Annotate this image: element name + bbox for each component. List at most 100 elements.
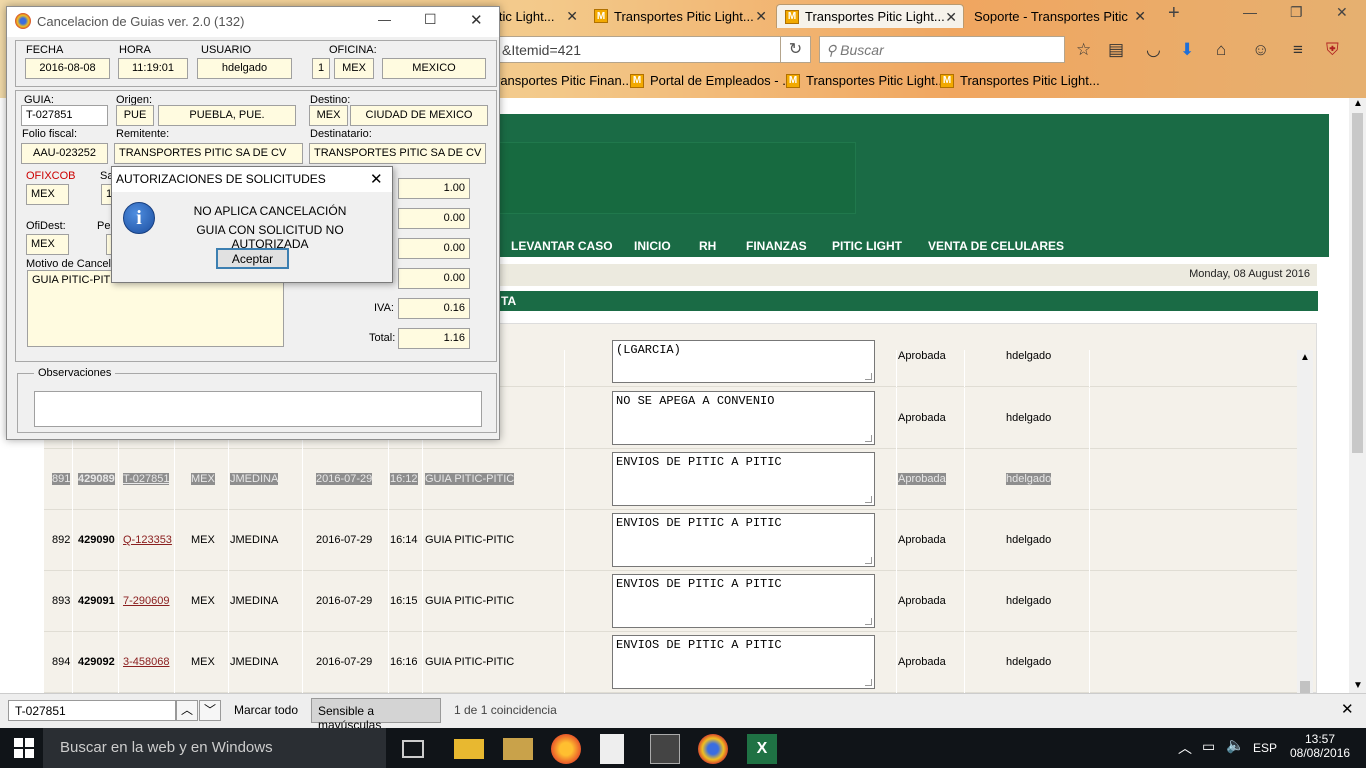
bookmark-1[interactable]: ransportes Pitic Finan... [496,73,633,88]
scroll-thumb[interactable] [1352,113,1363,453]
reading-list-icon[interactable]: ▤ [1108,40,1124,60]
home-icon[interactable]: ⌂ [1216,40,1226,60]
bookmark-3[interactable]: M Transportes Pitic Light... [786,73,946,88]
amount-field-1[interactable]: 1.00 [398,178,470,199]
observaciones-input[interactable] [34,391,482,427]
browser-search-input[interactable]: ⚲ Buscar [819,36,1065,63]
column-divider [964,632,965,693]
close-tab-icon[interactable]: ✕ [945,9,957,26]
close-tab-icon[interactable]: ✕ [566,8,578,25]
maximize-icon[interactable]: ☐ [424,11,437,28]
find-previous-icon[interactable]: ︿ [176,700,198,721]
usuario-field[interactable]: hdelgado [197,58,292,79]
menu-icon[interactable]: ≡ [1293,40,1303,60]
cell-guia[interactable]: T-027851 [123,473,170,485]
pocket-icon[interactable]: ◡ [1146,40,1161,60]
nav-rh[interactable]: RH [699,239,716,253]
bookmark-4[interactable]: M Transportes Pitic Light... [940,73,1100,88]
origen-code-field[interactable]: PUE [116,105,154,126]
new-tab-icon[interactable]: + [1168,2,1180,25]
scroll-down-icon[interactable]: ▼ [1353,680,1363,691]
dialog-close-icon[interactable]: ✕ [370,170,383,188]
download-icon[interactable]: ⬇ [1180,40,1194,60]
table-scrollbar[interactable]: ▲ [1297,350,1313,693]
close-icon[interactable]: ✕ [470,11,483,29]
clock[interactable]: 13:57 08/08/2016 [1290,732,1350,760]
close-tab-icon[interactable]: ✕ [755,8,767,25]
tab-3-active[interactable]: M Transportes Pitic Light... ✕ [776,4,964,28]
note-textarea[interactable]: ENVIOS DE PITIC A PITIC [612,574,875,628]
oficina-num-field[interactable]: 1 [312,58,330,79]
windows-start-icon[interactable] [14,738,34,758]
cell-guia[interactable]: 3-458068 [123,656,170,668]
maximize-icon[interactable]: ❐ [1290,4,1303,21]
destino-name-field[interactable]: CIUDAD DE MEXICO [350,105,488,126]
reload-icon[interactable]: ↻ [781,36,811,63]
close-tab-icon[interactable]: ✕ [1134,8,1146,25]
ofixcob-field[interactable]: MEX [26,184,69,205]
iva-field[interactable]: 0.16 [398,298,470,319]
scroll-up-icon[interactable]: ▲ [1353,98,1363,109]
folio-field[interactable]: AAU-023252 [21,143,108,164]
match-case-button[interactable]: Sensible a mayúsculas [311,698,441,732]
find-input[interactable]: T-027851 [8,700,176,721]
fecha-field[interactable]: 2016-08-08 [25,58,110,79]
mark-all-button[interactable]: Marcar todo [234,703,298,717]
minimize-icon[interactable]: — [1243,4,1257,20]
amount-field-4[interactable]: 0.00 [398,268,470,289]
total-field[interactable]: 1.16 [398,328,470,349]
nav-venta-celulares[interactable]: VENTA DE CELULARES [928,239,1064,253]
hora-field[interactable]: 11:19:01 [118,58,188,79]
folder-app-icon[interactable] [503,738,533,760]
calculator-icon[interactable] [600,734,624,764]
tab-1[interactable]: itic Light... ✕ [488,4,584,28]
extension-shield-icon[interactable]: ⛨ [1326,40,1339,60]
note-textarea[interactable]: ENVIOS DE PITIC A PITIC [612,513,875,567]
note-textarea[interactable]: ENVIOS DE PITIC A PITIC [612,452,875,506]
origen-name-field[interactable]: PUEBLA, PUE. [158,105,296,126]
remitente-field[interactable]: TRANSPORTES PITIC SA DE CV [114,143,303,164]
delphi-app-icon[interactable] [698,734,728,764]
firefox-icon[interactable] [551,734,581,764]
url-bar[interactable]: &Itemid=421 [496,36,781,63]
amount-field-3[interactable]: 0.00 [398,238,470,259]
cell-guia[interactable]: Q-123353 [123,534,172,546]
file-explorer-icon[interactable] [454,739,484,759]
close-findbar-icon[interactable]: ✕ [1341,700,1354,718]
snipping-tool-icon[interactable] [650,734,680,764]
note-textarea[interactable]: (LGARCIA) [612,340,875,383]
scroll-up-icon[interactable]: ▲ [1300,352,1310,363]
note-textarea[interactable]: NO SE APEGA A CONVENIO [612,391,875,445]
note-textarea[interactable]: ENVIOS DE PITIC A PITIC [612,635,875,689]
tab-2[interactable]: M Transportes Pitic Light... ✕ [586,4,773,28]
close-window-icon[interactable]: ✕ [1336,4,1348,21]
volume-icon[interactable]: 🔈 [1226,736,1245,754]
destinatario-field[interactable]: TRANSPORTES PITIC SA DE CV [309,143,486,164]
minimize-icon[interactable]: — [378,12,391,27]
accept-button[interactable]: Aceptar [216,248,289,269]
network-icon[interactable]: ▭ [1202,738,1215,755]
ofidest-field[interactable]: MEX [26,234,69,255]
taskbar-search[interactable]: Buscar en la web y en Windows [43,728,386,768]
nav-inicio[interactable]: INICIO [634,239,671,253]
cell-guia[interactable]: 7-290609 [123,595,170,607]
bookmark-2[interactable]: M Portal de Empleados - ... [630,73,793,88]
destino-code-field[interactable]: MEX [309,105,348,126]
bookmark-star-icon[interactable]: ☆ [1076,40,1091,60]
nav-finanzas[interactable]: FINANZAS [746,239,807,253]
tab-4[interactable]: Soporte - Transportes Pitic ✕ [966,4,1152,28]
scroll-thumb[interactable] [1300,681,1310,693]
amount-field-2[interactable]: 0.00 [398,208,470,229]
language-indicator[interactable]: ESP [1253,741,1277,755]
oficina-code-field[interactable]: MEX [334,58,374,79]
find-next-icon[interactable]: ﹀ [199,700,221,721]
tray-chevron-icon[interactable]: ︿ [1178,738,1192,758]
guia-field[interactable]: T-027851 [21,105,108,126]
smiley-icon[interactable]: ☺ [1252,40,1269,60]
page-scrollbar[interactable]: ▲ ▼ [1349,98,1366,693]
nav-levantar-caso[interactable]: LEVANTAR CASO [511,239,613,253]
excel-icon[interactable]: X [747,734,777,764]
nav-pitic-light[interactable]: PITIC LIGHT [832,239,902,253]
task-view-icon[interactable] [402,740,424,758]
oficina-name-field[interactable]: MEXICO [382,58,486,79]
